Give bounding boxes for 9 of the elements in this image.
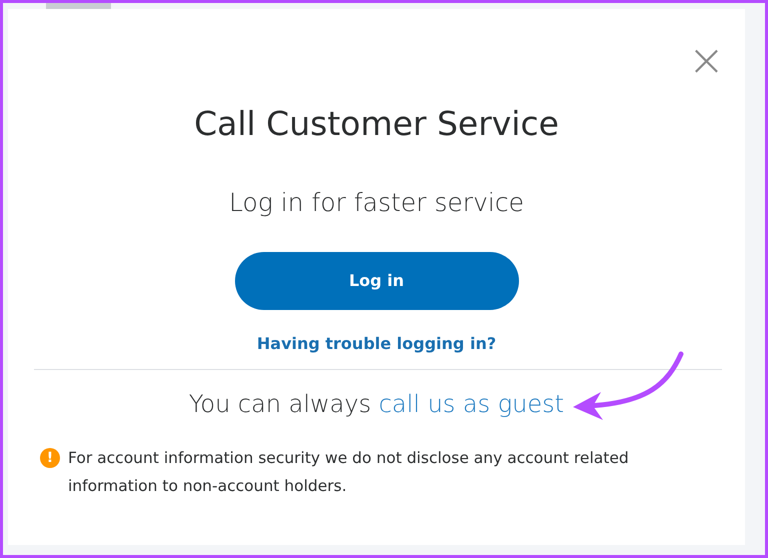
close-button[interactable]: × xyxy=(688,43,724,79)
guest-sentence: You can always call us as guest xyxy=(188,389,566,420)
trouble-link[interactable]: Having trouble logging in? xyxy=(256,332,496,356)
dialog-title: Call Customer Service xyxy=(194,104,559,144)
login-button[interactable]: Log in xyxy=(234,252,518,310)
warning-icon: ! xyxy=(40,448,60,468)
security-notice: For account information security we do not disclose any account related information to non-account holders. xyxy=(68,448,630,498)
guest-link[interactable]: call us as guest xyxy=(378,390,564,418)
dialog-subtitle: Log in for faster service xyxy=(228,186,525,219)
